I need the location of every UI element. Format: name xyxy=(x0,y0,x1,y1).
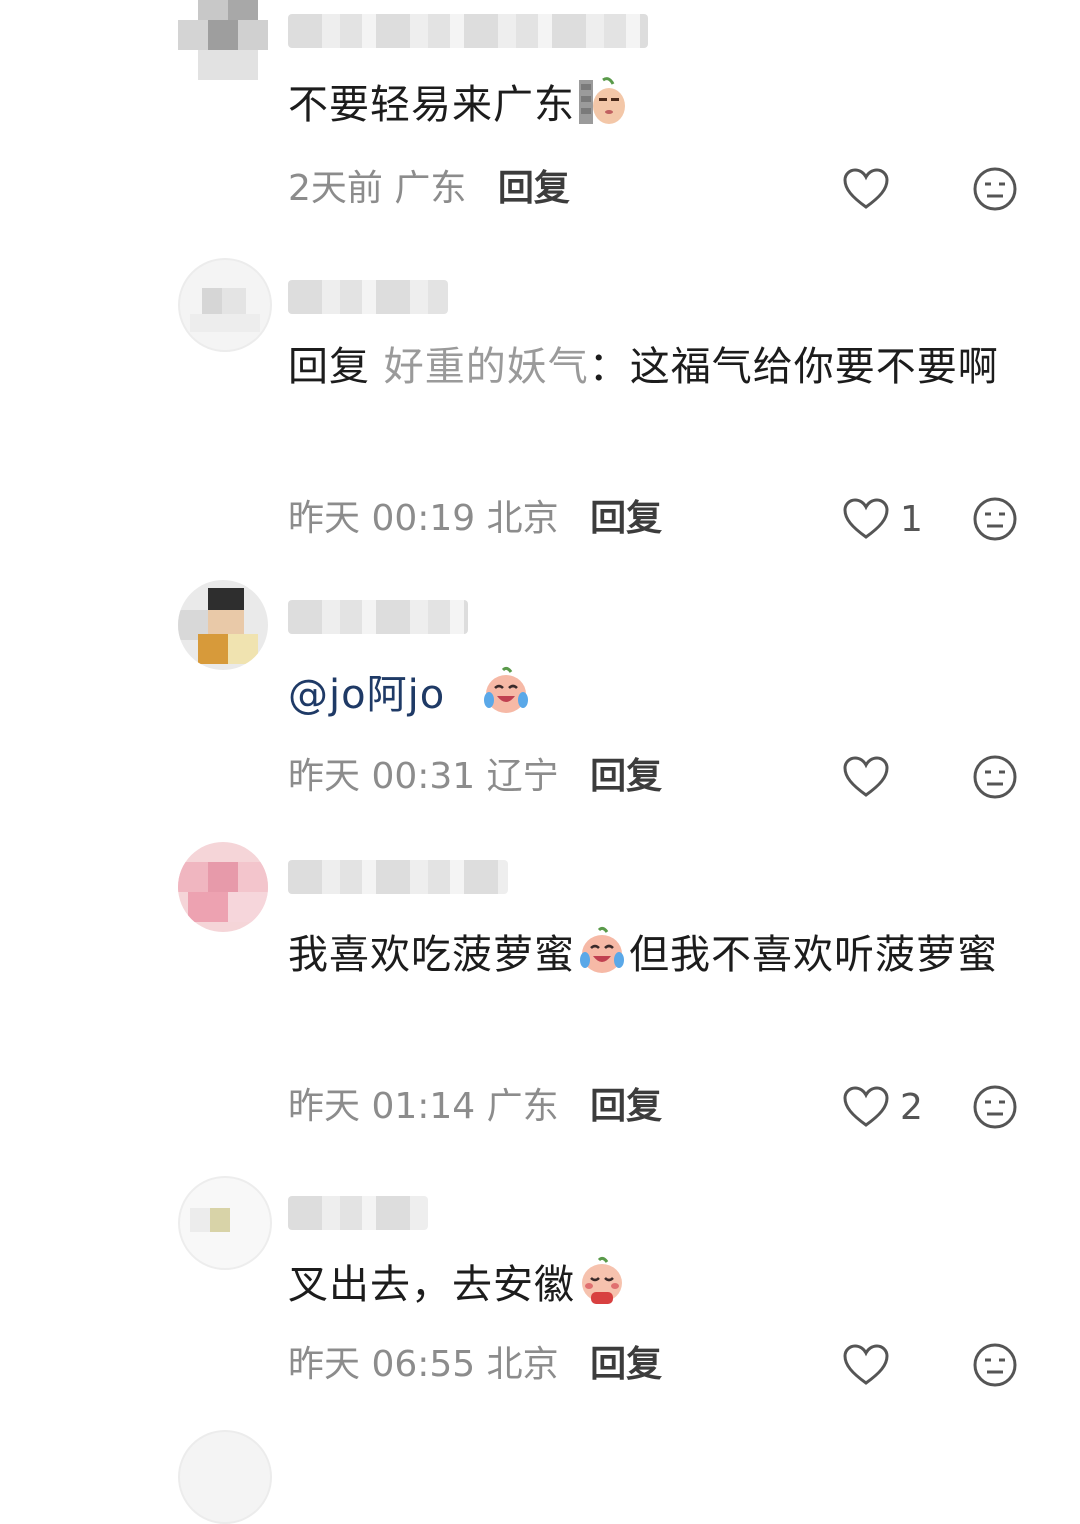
dislike-button[interactable] xyxy=(972,1084,1018,1130)
comment-text-part: 叉出去，去安徽 xyxy=(288,1262,575,1308)
meh-face-icon xyxy=(973,1085,1017,1129)
comment-time: 昨天 06:55 xyxy=(288,1344,476,1385)
reply-keyword: 回复 xyxy=(288,344,384,390)
comment-location: 辽宁 xyxy=(486,756,559,797)
reply-button[interactable]: 回复 xyxy=(590,1344,662,1385)
like-count: 2 xyxy=(900,1086,923,1128)
heart-icon xyxy=(843,498,889,539)
comment-text: 回复 好重的妖气：这福气给你要不要啊 xyxy=(288,332,1048,402)
username-blurred[interactable] xyxy=(288,1196,428,1230)
crying-laugh-emoji-icon xyxy=(483,666,528,713)
heart-icon xyxy=(843,756,889,797)
like-count: 1 xyxy=(900,498,923,540)
like-button[interactable] xyxy=(842,752,900,802)
comment-meta: 昨天 06:55 北京 回复 xyxy=(288,1340,662,1390)
like-button[interactable]: 2 xyxy=(842,1082,923,1132)
username-blurred[interactable] xyxy=(288,600,468,634)
avatar[interactable] xyxy=(178,1176,272,1270)
heart-icon xyxy=(843,168,889,209)
comment-text: @jo阿jo xyxy=(288,660,1048,730)
avatar[interactable] xyxy=(178,258,272,352)
username-blurred[interactable] xyxy=(288,280,448,314)
comment-time: 昨天 01:14 xyxy=(288,1086,476,1127)
meh-face-icon xyxy=(973,755,1017,799)
like-button[interactable] xyxy=(842,1340,900,1390)
comment-text-part: 不要轻易来广东 xyxy=(288,82,575,128)
comment-meta: 昨天 00:19 北京 回复 xyxy=(288,494,662,544)
avatar[interactable] xyxy=(178,1430,272,1524)
reply-button[interactable]: 回复 xyxy=(498,168,570,209)
comment-meta: 昨天 01:14 广东 回复 xyxy=(288,1082,662,1132)
username-blurred[interactable] xyxy=(288,14,648,48)
reply-button[interactable]: 回复 xyxy=(590,498,662,539)
comment-time: 昨天 00:31 xyxy=(288,756,476,797)
meh-face-icon xyxy=(973,167,1017,211)
meh-face-icon xyxy=(973,497,1017,541)
dislike-button[interactable] xyxy=(972,166,1018,212)
dislike-button[interactable] xyxy=(972,1342,1018,1388)
comment-location: 广东 xyxy=(486,1086,559,1127)
mention-link[interactable]: @jo阿jo xyxy=(288,672,445,718)
crying-laugh-emoji-icon xyxy=(580,926,624,973)
username-blurred[interactable] xyxy=(288,860,508,894)
avatar[interactable] xyxy=(178,842,268,932)
comment-time: 2天前 xyxy=(288,168,383,209)
meh-face-icon xyxy=(973,1343,1017,1387)
comment-location: 北京 xyxy=(486,1344,559,1385)
reply-button[interactable]: 回复 xyxy=(590,1086,662,1127)
comment-text: 我喜欢吃菠萝蜜 但我不喜欢听菠萝蜜 xyxy=(288,920,1048,990)
like-button[interactable]: 1 xyxy=(842,494,923,544)
comment-text-part: 我喜欢吃菠萝蜜 xyxy=(288,932,575,978)
comment-location: 北京 xyxy=(486,498,559,539)
comment-text-part: ：这福气给你要不要啊 xyxy=(588,344,999,390)
avatar[interactable] xyxy=(178,580,268,670)
comment-text: 不要轻易来广东 xyxy=(288,70,1048,140)
praying-emoji-icon xyxy=(582,1256,622,1304)
comment-meta: 2天前 广东 回复 xyxy=(288,164,570,214)
dislike-button[interactable] xyxy=(972,496,1018,542)
comment-time: 昨天 00:19 xyxy=(288,498,476,539)
sweat-wall-emoji-icon xyxy=(579,77,625,124)
dislike-button[interactable] xyxy=(972,754,1018,800)
reply-button[interactable]: 回复 xyxy=(590,756,662,797)
comment-location: 广东 xyxy=(394,168,467,209)
comment-meta: 昨天 00:31 辽宁 回复 xyxy=(288,752,662,802)
like-button[interactable] xyxy=(842,164,900,214)
reply-target-username[interactable]: 好重的妖气 xyxy=(384,344,589,390)
comment-text-part: 但我不喜欢听菠萝蜜 xyxy=(629,932,998,978)
heart-icon xyxy=(843,1344,889,1385)
avatar[interactable] xyxy=(178,0,268,80)
comment-text: 叉出去，去安徽 xyxy=(288,1250,1048,1320)
heart-icon xyxy=(843,1086,889,1127)
